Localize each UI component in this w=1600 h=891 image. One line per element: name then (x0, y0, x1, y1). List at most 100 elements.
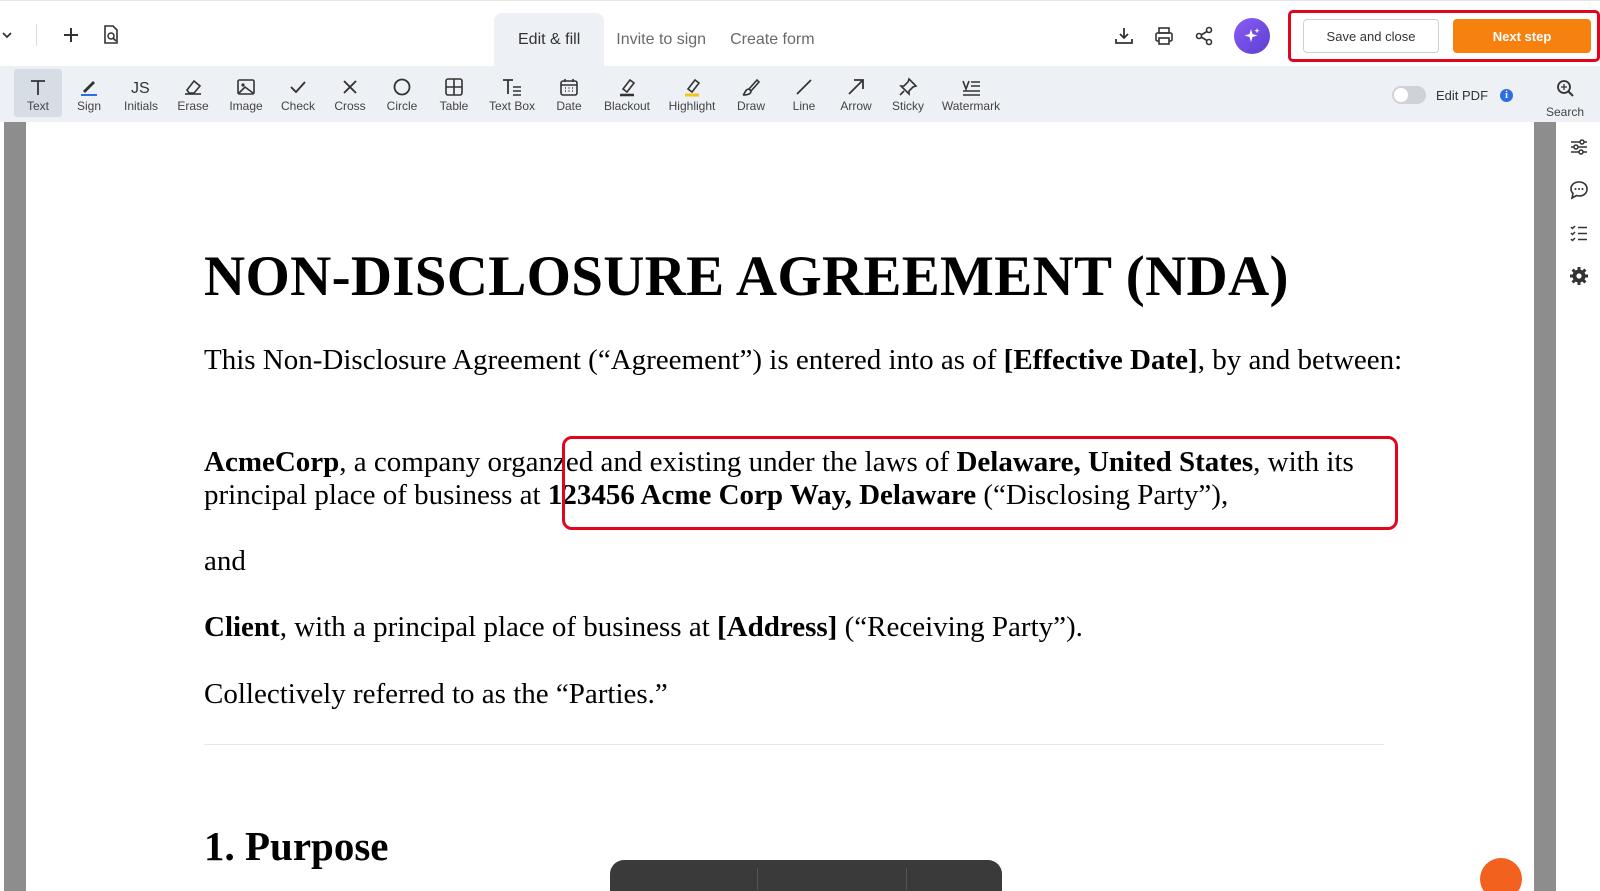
tool-label: Date (556, 99, 582, 113)
tool-label: Check (280, 99, 315, 113)
tool-check[interactable]: Check (272, 69, 324, 117)
add-icon[interactable] (55, 19, 87, 51)
tab-invite-to-sign[interactable]: Invite to sign (604, 13, 718, 67)
save-and-close-button[interactable]: Save and close (1303, 19, 1439, 53)
address-placeholder: [Address] (717, 611, 838, 643)
top-bar: Edit & fill Invite to sign Create form S… (0, 0, 1600, 67)
tool-draw[interactable]: Draw (724, 69, 778, 117)
blackout-icon (616, 77, 638, 97)
text-icon (27, 77, 49, 97)
company-name: AcmeCorp (204, 446, 340, 478)
search-label: Search (1545, 105, 1585, 119)
tool-bar: Text Sign JS Initials Erase Image Check … (0, 66, 1600, 122)
tool-label: Initials (123, 99, 158, 113)
tool-circle[interactable]: Circle (376, 69, 428, 117)
pin-icon (897, 77, 919, 97)
tool-label: Table (439, 99, 469, 113)
next-step-button[interactable]: Next step (1453, 19, 1591, 53)
svg-text:JS: JS (131, 80, 150, 96)
tool-line[interactable]: Line (778, 69, 830, 117)
tool-table[interactable]: Table (428, 69, 480, 117)
tool-label: Draw (736, 99, 765, 113)
image-icon (235, 77, 257, 97)
tool-label: Line (792, 99, 816, 113)
print-icon[interactable] (1148, 20, 1180, 52)
text-run: , with a principal place of business at (279, 611, 718, 643)
tool-search[interactable]: Search (1540, 72, 1590, 119)
tool-blackout[interactable]: Blackout (594, 69, 660, 117)
tool-label: Image (229, 99, 263, 113)
eraser-icon (182, 77, 204, 97)
check-icon (287, 77, 309, 97)
intro-paragraph: This Non-Disclosure Agreement (“Agreemen… (204, 344, 1414, 377)
download-icon[interactable] (1108, 20, 1140, 52)
cross-icon (339, 77, 361, 97)
circle-icon (391, 77, 413, 97)
edit-pdf-control: Edit PDF i (1392, 82, 1514, 108)
watermark-icon (960, 77, 982, 97)
divider (906, 868, 907, 890)
text-box-icon (501, 77, 523, 97)
tab-create-form[interactable]: Create form (718, 13, 826, 67)
jurisdiction: Delaware, United States (956, 446, 1254, 478)
page-gutter-right (1534, 122, 1556, 891)
chevron-down-icon[interactable] (0, 19, 14, 51)
tool-image[interactable]: Image (220, 69, 272, 117)
tool-highlight[interactable]: Highlight (660, 69, 724, 117)
table-icon (443, 77, 465, 97)
text-run: , by and between: (1197, 344, 1403, 376)
parties-paragraph: Collectively referred to as the “Parties… (204, 678, 668, 710)
edit-pdf-toggle[interactable] (1392, 86, 1426, 104)
tool-sticky[interactable]: Sticky (882, 69, 934, 117)
checklist-icon[interactable] (1568, 222, 1590, 244)
tool-watermark[interactable]: Watermark (934, 69, 1008, 117)
tool-initials[interactable]: JS Initials (116, 69, 166, 117)
edit-pdf-label: Edit PDF (1436, 87, 1489, 103)
brush-icon (740, 77, 762, 97)
tool-label: Erase (177, 99, 209, 113)
document-search-icon[interactable] (95, 19, 127, 51)
text-run: , a company organ (339, 446, 553, 478)
ai-assistant-icon[interactable] (1234, 18, 1270, 54)
client-name: Client (204, 611, 280, 643)
document-title: NON-DISCLOSURE AGREEMENT (NDA) (204, 245, 1289, 308)
tool-cross[interactable]: Cross (324, 69, 376, 117)
line-icon (793, 77, 815, 97)
tool-label: Sign (76, 99, 102, 113)
info-icon[interactable]: i (1500, 88, 1514, 102)
text-run: (“Receiving Party”). (837, 611, 1083, 643)
comment-icon[interactable] (1568, 179, 1590, 201)
share-icon[interactable] (1188, 20, 1220, 52)
tool-label: Sticky (891, 99, 924, 113)
mode-tabs: Edit & fill Invite to sign Create form (494, 13, 827, 67)
tool-text[interactable]: Text (14, 69, 62, 117)
tool-label: Blackout (603, 99, 651, 113)
tool-label: Highlight (668, 99, 716, 113)
tool-label: Cross (334, 99, 366, 113)
text-run: zed and existing under the laws of (552, 446, 957, 478)
top-right-controls: Save and close Next step (1108, 10, 1600, 62)
tool-sign[interactable]: Sign (62, 69, 116, 117)
gear-icon[interactable] (1568, 265, 1590, 287)
tool-date[interactable]: Date (544, 69, 594, 117)
section-divider (204, 744, 1384, 745)
text-run: This Non-Disclosure Agreement (“Agreemen… (204, 344, 1004, 376)
right-sidebar (1556, 122, 1600, 891)
tool-erase[interactable]: Erase (166, 69, 220, 117)
document-page[interactable]: NON-DISCLOSURE AGREEMENT (NDA) This Non-… (26, 122, 1534, 891)
text-run: (“Disclosing Party”), (976, 479, 1229, 511)
page-navigation-bar[interactable] (610, 860, 1002, 891)
company-address: 123456 Acme Corp Way, Delaware (547, 479, 977, 511)
page-gutter-left (4, 122, 26, 891)
sliders-icon[interactable] (1568, 136, 1590, 158)
top-left-controls (0, 19, 135, 51)
section-heading-purpose: 1. Purpose (204, 823, 389, 869)
document-workspace: NON-DISCLOSURE AGREEMENT (NDA) This Non-… (0, 122, 1600, 891)
initials-icon: JS (130, 77, 152, 97)
tool-label: Text (26, 99, 49, 113)
tool-label: Text Box (488, 99, 536, 113)
tool-arrow[interactable]: Arrow (830, 69, 882, 117)
tab-edit-fill[interactable]: Edit & fill (494, 13, 605, 67)
tool-label: Watermark (941, 99, 1001, 113)
tool-text-box[interactable]: Text Box (480, 69, 544, 117)
